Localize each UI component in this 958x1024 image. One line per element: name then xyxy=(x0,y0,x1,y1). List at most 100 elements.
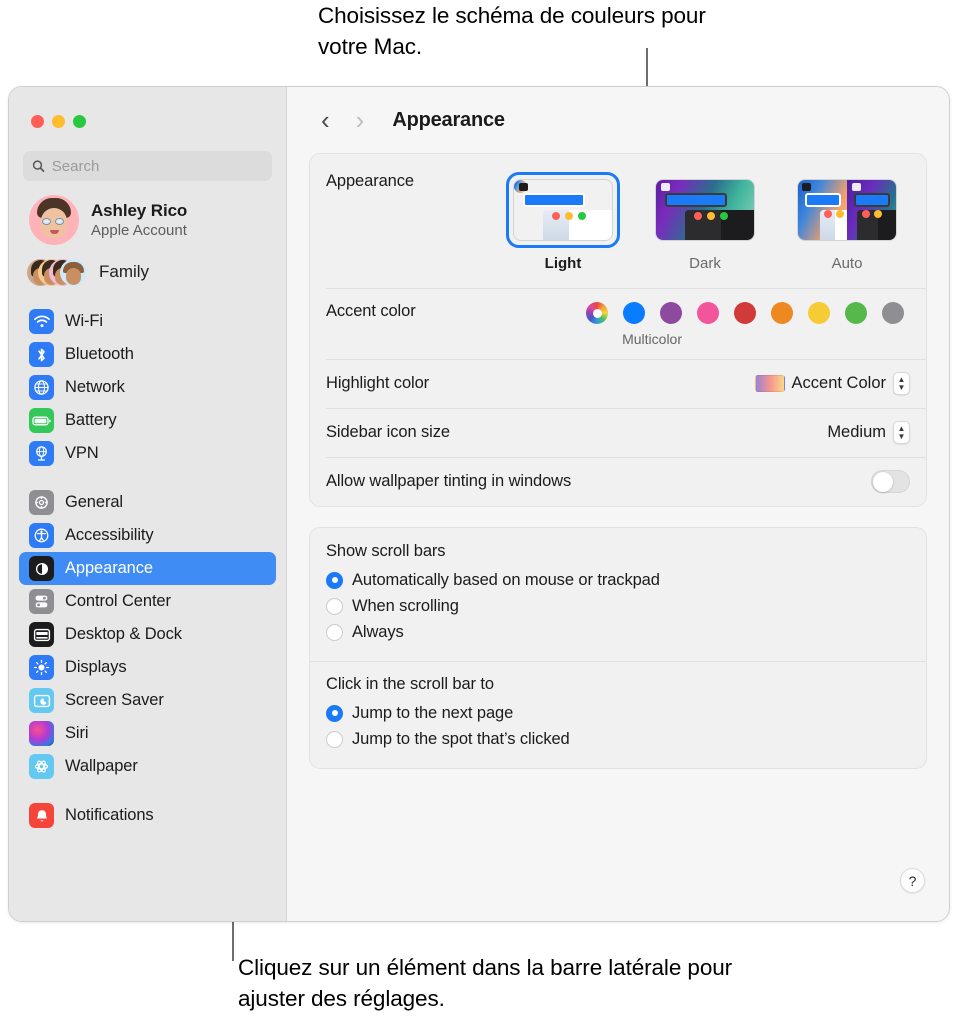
sidebar-icon-size-popup[interactable]: Medium ▲▼ xyxy=(827,421,910,444)
page-title: Appearance xyxy=(392,109,505,132)
sidebar-item-displays[interactable]: Displays xyxy=(19,651,276,684)
search-field[interactable] xyxy=(23,151,272,181)
radio-show-scroll-bars-always[interactable]: Always xyxy=(326,619,910,645)
sidebar-group-system: General Accessibility Appearance xyxy=(19,486,276,783)
sidebar-item-screen-saver[interactable]: Screen Saver xyxy=(19,684,276,717)
auto-mode-label: Auto xyxy=(832,255,863,272)
sidebar-item-label: Desktop & Dock xyxy=(65,625,182,644)
zoom-button[interactable] xyxy=(73,115,86,128)
radio-show-scroll-bars-automatic[interactable]: Automatically based on mouse or trackpad xyxy=(326,567,910,593)
desktop-dock-icon xyxy=(29,622,54,647)
highlight-color-label: Highlight color xyxy=(326,374,755,393)
search-input[interactable] xyxy=(52,158,263,175)
accent-swatch-multicolor[interactable] xyxy=(586,302,608,324)
sidebar-item-siri[interactable]: Siri xyxy=(19,717,276,750)
highlight-color-popup[interactable]: Accent Color ▲▼ xyxy=(755,372,910,395)
wallpaper-tinting-toggle[interactable] xyxy=(871,470,910,493)
wallpaper-tinting-row: Allow wallpaper tinting in windows xyxy=(310,457,926,506)
minimize-button[interactable] xyxy=(52,115,65,128)
sidebar-item-desktop-and-dock[interactable]: Desktop & Dock xyxy=(19,618,276,651)
appearance-mode-auto[interactable]: Auto xyxy=(790,172,904,272)
radio-show-scroll-bars-when-scrolling[interactable]: When scrolling xyxy=(326,593,910,619)
appearance-mode-light[interactable]: Light xyxy=(506,172,620,272)
radio-button-icon[interactable] xyxy=(326,731,343,748)
appearance-label: Appearance xyxy=(326,172,506,191)
radio-button-icon[interactable] xyxy=(326,624,343,641)
sidebar-item-family[interactable]: Family xyxy=(9,245,286,287)
accent-swatch-pink[interactable] xyxy=(697,302,719,324)
radio-button-icon[interactable] xyxy=(326,705,343,722)
callout-top-text: Choisissez le schéma de couleurs pour vo… xyxy=(318,0,718,62)
toolbar: ‹ › Appearance xyxy=(309,87,927,153)
accent-swatch-red[interactable] xyxy=(734,302,756,324)
sidebar-item-label: Siri xyxy=(65,724,88,743)
appearance-settings-card: Appearance xyxy=(309,153,927,507)
battery-icon xyxy=(29,408,54,433)
window-controls xyxy=(9,87,286,128)
sidebar-nav: Wi-Fi Bluetooth Network xyxy=(9,287,286,832)
accent-swatch-blue[interactable] xyxy=(623,302,645,324)
sidebar-item-battery[interactable]: Battery xyxy=(19,404,276,437)
show-scroll-bars-title: Show scroll bars xyxy=(326,542,910,561)
sidebar: Ashley Rico Apple Account Family xyxy=(9,87,287,921)
accent-swatch-orange[interactable] xyxy=(771,302,793,324)
sidebar-item-control-center[interactable]: Control Center xyxy=(19,585,276,618)
accent-color-label: Accent color xyxy=(326,302,586,321)
screenshot-root: Choisissez le schéma de couleurs pour vo… xyxy=(0,0,958,1024)
callout-bottom-text: Cliquez sur un élément dans la barre lat… xyxy=(238,952,758,1014)
sidebar-item-notifications[interactable]: Notifications xyxy=(19,799,276,832)
help-button[interactable]: ? xyxy=(900,868,925,893)
accessibility-icon xyxy=(29,523,54,548)
radio-jump-to-spot-clicked[interactable]: Jump to the spot that’s clicked xyxy=(326,726,910,752)
show-scroll-bars-group: Show scroll bars Automatically based on … xyxy=(310,528,926,661)
sidebar-item-bluetooth[interactable]: Bluetooth xyxy=(19,338,276,371)
sidebar-item-label: General xyxy=(65,493,123,512)
appearance-mode-dark[interactable]: Dark xyxy=(648,172,762,272)
sidebar-item-vpn[interactable]: VPN xyxy=(19,437,276,470)
sidebar-item-label: Bluetooth xyxy=(65,345,134,364)
accent-swatch-purple[interactable] xyxy=(660,302,682,324)
sidebar-item-label: Accessibility xyxy=(65,526,154,545)
sidebar-item-label: Wallpaper xyxy=(65,757,138,776)
sidebar-item-label: Appearance xyxy=(65,559,153,578)
sidebar-item-accessibility[interactable]: Accessibility xyxy=(19,519,276,552)
account-subtitle: Apple Account xyxy=(91,222,187,239)
siri-icon xyxy=(29,721,54,746)
family-avatars xyxy=(27,257,89,287)
bluetooth-icon xyxy=(29,342,54,367)
wallpaper-tinting-label: Allow wallpaper tinting in windows xyxy=(326,472,871,491)
sidebar-item-network[interactable]: Network xyxy=(19,371,276,404)
back-chevron-icon[interactable]: ‹ xyxy=(321,107,330,133)
radio-label: When scrolling xyxy=(352,597,459,616)
appearance-mode-row: Appearance xyxy=(310,154,926,288)
sidebar-item-general[interactable]: General xyxy=(19,486,276,519)
light-mode-label: Light xyxy=(545,255,582,272)
screen-saver-icon xyxy=(29,688,54,713)
accent-swatch-yellow[interactable] xyxy=(808,302,830,324)
radio-label: Automatically based on mouse or trackpad xyxy=(352,571,660,590)
close-button[interactable] xyxy=(31,115,44,128)
radio-jump-next-page[interactable]: Jump to the next page xyxy=(326,700,910,726)
apple-account-row[interactable]: Ashley Rico Apple Account xyxy=(9,181,286,245)
sidebar-group-connectivity: Wi-Fi Bluetooth Network xyxy=(19,305,276,470)
bell-icon xyxy=(29,803,54,828)
forward-chevron-icon[interactable]: › xyxy=(356,107,365,133)
vpn-icon xyxy=(29,441,54,466)
accent-swatch-green[interactable] xyxy=(845,302,867,324)
sidebar-item-wi-fi[interactable]: Wi-Fi xyxy=(19,305,276,338)
radio-button-icon[interactable] xyxy=(326,572,343,589)
avatar xyxy=(29,195,79,245)
sidebar-item-appearance[interactable]: Appearance xyxy=(19,552,276,585)
accent-swatch-graphite[interactable] xyxy=(882,302,904,324)
click-scroll-bar-group: Click in the scroll bar to Jump to the n… xyxy=(310,661,926,768)
chevron-updown-icon[interactable]: ▲▼ xyxy=(893,372,910,395)
sidebar-item-wallpaper[interactable]: Wallpaper xyxy=(19,750,276,783)
wallpaper-icon xyxy=(29,754,54,779)
radio-button-icon[interactable] xyxy=(326,598,343,615)
sidebar-item-label: Network xyxy=(65,378,125,397)
wifi-icon xyxy=(29,309,54,334)
auto-mode-thumbnail xyxy=(797,179,897,241)
light-mode-thumbnail xyxy=(513,179,613,241)
accent-color-row: Accent color Mul xyxy=(310,288,926,359)
chevron-updown-icon[interactable]: ▲▼ xyxy=(893,421,910,444)
